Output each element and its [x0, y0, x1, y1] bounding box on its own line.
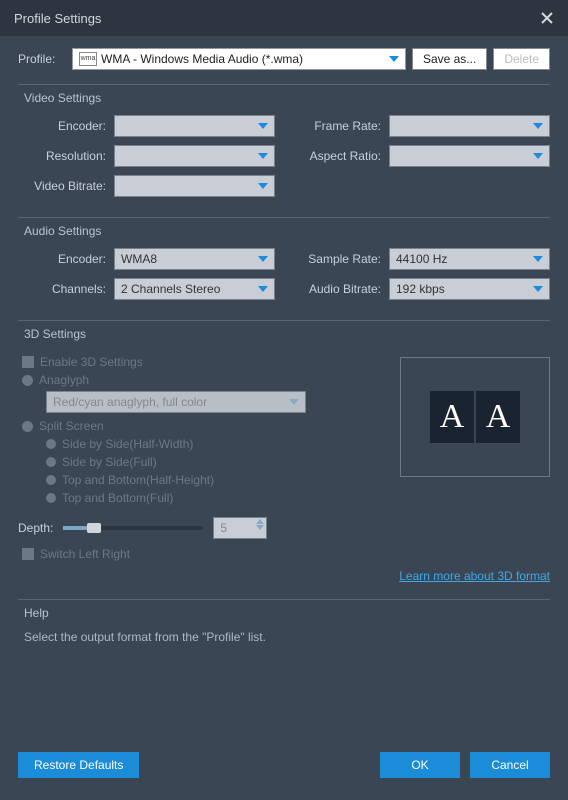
chevron-down-icon — [389, 56, 399, 62]
checkbox-icon — [22, 548, 34, 560]
enable-3d-checkbox[interactable]: Enable 3D Settings — [22, 355, 384, 369]
resolution-label: Resolution: — [18, 149, 114, 163]
video-encoder-label: Encoder: — [18, 119, 114, 133]
profile-select[interactable]: wma WMA - Windows Media Audio (*.wma) — [72, 48, 406, 70]
chevron-down-icon — [533, 123, 543, 129]
cancel-button[interactable]: Cancel — [470, 752, 550, 778]
audio-bitrate-label: Audio Bitrate: — [293, 282, 389, 296]
3d-preview: A A — [400, 357, 550, 477]
audio-section-title: Audio Settings — [24, 224, 550, 238]
chevron-down-icon — [258, 123, 268, 129]
frame-rate-select[interactable] — [389, 115, 550, 137]
save-as-button[interactable]: Save as... — [412, 48, 487, 70]
chevron-down-icon — [533, 256, 543, 262]
radio-icon — [46, 457, 56, 467]
slider-thumb-icon — [87, 523, 101, 533]
wma-icon: wma — [79, 52, 97, 66]
radio-icon — [46, 475, 56, 485]
chevron-down-icon — [289, 399, 299, 405]
radio-icon — [46, 493, 56, 503]
radio-icon — [22, 421, 33, 432]
spinner-up-icon — [256, 519, 264, 524]
titlebar: Profile Settings — [0, 0, 568, 36]
checkbox-icon — [22, 356, 34, 368]
chevron-down-icon — [258, 183, 268, 189]
channels-select[interactable]: 2 Channels Stereo — [114, 278, 275, 300]
sample-rate-label: Sample Rate: — [293, 252, 389, 266]
profile-value: WMA - Windows Media Audio (*.wma) — [101, 52, 303, 66]
tab-full-radio[interactable]: Top and Bottom(Full) — [46, 491, 384, 505]
tab-half-radio[interactable]: Top and Bottom(Half-Height) — [46, 473, 384, 487]
chevron-down-icon — [258, 286, 268, 292]
radio-icon — [46, 439, 56, 449]
3d-section-title: 3D Settings — [24, 327, 550, 341]
window-title: Profile Settings — [14, 11, 540, 26]
frame-rate-label: Frame Rate: — [293, 119, 389, 133]
profile-row: Profile: wma WMA - Windows Media Audio (… — [18, 48, 550, 70]
video-bitrate-label: Video Bitrate: — [18, 179, 114, 193]
preview-right-a: A — [476, 391, 520, 443]
learn-more-3d-link[interactable]: Learn more about 3D format — [399, 569, 550, 583]
anaglyph-mode-select: Red/cyan anaglyph, full color — [46, 391, 306, 413]
video-encoder-select[interactable] — [114, 115, 275, 137]
3d-settings-section: 3D Settings Enable 3D Settings Anaglyph … — [18, 320, 550, 583]
video-bitrate-select[interactable] — [114, 175, 275, 197]
chevron-down-icon — [533, 153, 543, 159]
ok-button[interactable]: OK — [380, 752, 460, 778]
anaglyph-radio[interactable]: Anaglyph — [22, 373, 384, 387]
depth-label: Depth: — [18, 521, 53, 535]
chevron-down-icon — [533, 286, 543, 292]
resolution-select[interactable] — [114, 145, 275, 167]
chevron-down-icon — [258, 256, 268, 262]
audio-settings-section: Audio Settings Encoder: WMA8 Channels: 2… — [18, 217, 550, 308]
depth-slider[interactable] — [63, 526, 203, 530]
audio-bitrate-select[interactable]: 192 kbps — [389, 278, 550, 300]
chevron-down-icon — [258, 153, 268, 159]
split-screen-radio[interactable]: Split Screen — [22, 419, 384, 433]
audio-encoder-label: Encoder: — [18, 252, 114, 266]
video-settings-section: Video Settings Encoder: Resolution: Vide… — [18, 84, 550, 205]
restore-defaults-button[interactable]: Restore Defaults — [18, 752, 139, 778]
video-section-title: Video Settings — [24, 91, 550, 105]
switch-lr-checkbox[interactable]: Switch Left Right — [22, 547, 550, 561]
aspect-ratio-label: Aspect Ratio: — [293, 149, 389, 163]
audio-encoder-select[interactable]: WMA8 — [114, 248, 275, 270]
bottom-bar: Restore Defaults OK Cancel — [0, 738, 568, 800]
profile-label: Profile: — [18, 52, 66, 66]
sample-rate-select[interactable]: 44100 Hz — [389, 248, 550, 270]
preview-left-a: A — [430, 391, 474, 443]
delete-button: Delete — [493, 48, 550, 70]
sbs-half-radio[interactable]: Side by Side(Half-Width) — [46, 437, 384, 451]
help-text: Select the output format from the "Profi… — [24, 630, 544, 644]
channels-label: Channels: — [18, 282, 114, 296]
help-title: Help — [24, 606, 550, 620]
close-icon[interactable] — [540, 11, 554, 25]
sbs-full-radio[interactable]: Side by Side(Full) — [46, 455, 384, 469]
spinner-down-icon — [256, 525, 264, 530]
depth-spinner[interactable]: 5 — [213, 517, 267, 539]
help-section: Help Select the output format from the "… — [18, 599, 550, 644]
aspect-ratio-select[interactable] — [389, 145, 550, 167]
radio-icon — [22, 375, 33, 386]
